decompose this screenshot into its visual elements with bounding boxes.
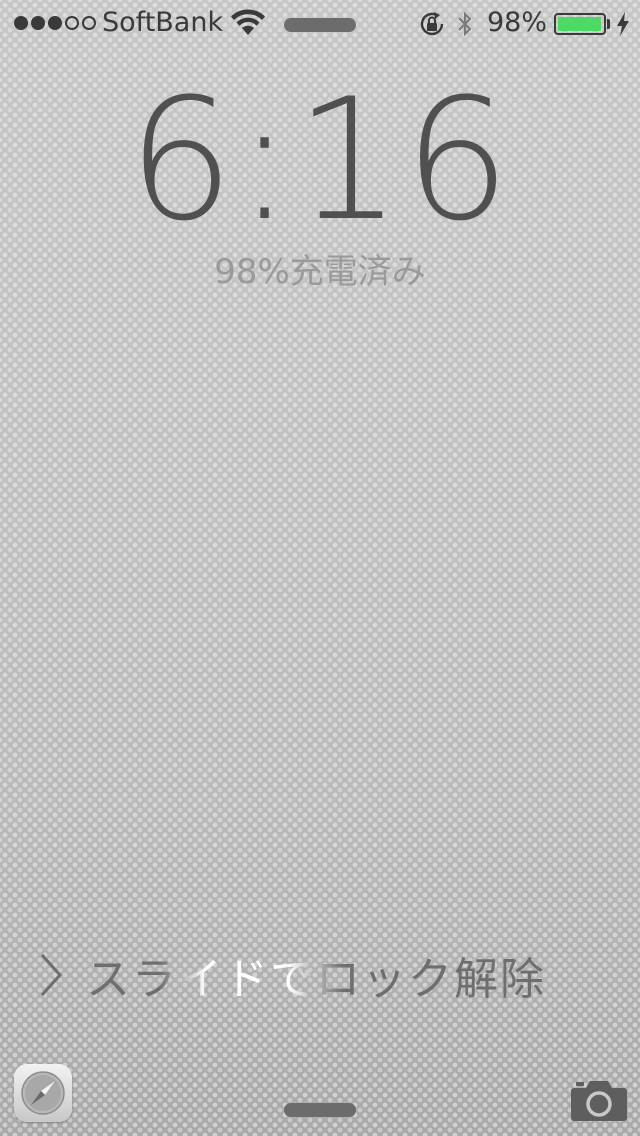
- battery-nub: [607, 19, 610, 29]
- lock-rotation-icon: [420, 12, 444, 36]
- battery-percentage: 98%: [487, 7, 548, 38]
- safari-icon[interactable]: [14, 1064, 72, 1122]
- compass-icon: [21, 1071, 65, 1115]
- battery-level-fill: [558, 17, 602, 31]
- slide-to-unlock[interactable]: スライドでロック解除: [36, 940, 616, 1010]
- status-bar: SoftBank 98%: [0, 0, 640, 46]
- control-center-grabber[interactable]: [284, 1103, 356, 1117]
- charging-bolt-icon: [617, 12, 629, 36]
- notification-center-grabber[interactable]: [284, 18, 356, 32]
- lock-screen-clock: 6:16: [127, 62, 513, 258]
- camera-icon[interactable]: [570, 1076, 628, 1122]
- bluetooth-icon: [458, 11, 472, 37]
- slide-to-unlock-label: スライドでロック解除: [86, 943, 546, 1007]
- signal-strength-icon: [14, 16, 96, 30]
- carrier-name: SoftBank: [102, 7, 224, 38]
- wifi-icon: [231, 9, 265, 35]
- charging-status-text: 98%充電済み: [214, 252, 426, 292]
- battery-icon: [554, 13, 606, 35]
- chevron-right-icon: [40, 953, 63, 997]
